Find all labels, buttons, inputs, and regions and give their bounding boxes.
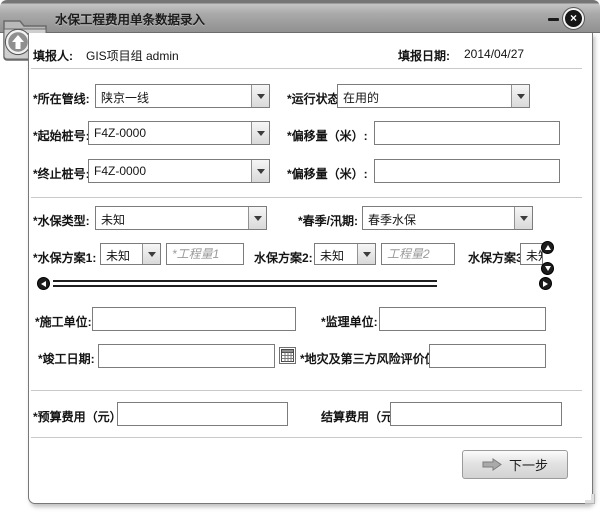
run-status-label: *运行状态: [287,90,344,107]
entry-dialog-screen: 水保工程费用单条数据录入 × 填报人: GIS项目组 admin 填报日期: 2… [0,0,600,520]
plan1-selected-value: 未知 [101,244,142,264]
horizontal-scrollbar-thumb[interactable] [53,280,437,287]
end-offset-input[interactable] [374,159,560,183]
end-stake-select[interactable]: F4Z-0000 [88,159,270,183]
run-status-selected-value: 在用的 [338,85,511,107]
triangle-down-icon [545,266,551,271]
chevron-down-icon [254,216,262,221]
pipeline-select[interactable]: 陕京一线 [95,84,270,108]
completion-date-input[interactable] [98,344,275,368]
plan3-label: 水保方案3: [468,249,527,266]
start-stake-label: *起始桩号: [33,127,90,144]
end-offset-label: *偏移量（米）: [287,165,368,182]
start-stake-selected-value: F4Z-0000 [89,122,251,144]
scroll-right-button[interactable] [539,277,552,290]
calendar-icon [281,349,294,362]
start-stake-select[interactable]: F4Z-0000 [88,121,270,145]
calendar-button[interactable] [279,347,296,364]
plan2-quantity-input[interactable] [381,243,455,265]
next-step-label: 下一步 [509,455,548,474]
pipeline-label: *所在管线: [33,90,90,107]
risk-value-label: *地灾及第三方风险评价值: [300,350,441,367]
chevron-down-icon [520,216,528,221]
supervisor-input[interactable] [379,307,546,331]
builder-input[interactable] [92,307,296,331]
ws-type-label: *水保类型: [33,212,90,229]
triangle-left-icon [41,281,46,287]
chevron-down-icon [257,169,265,174]
divider [31,197,582,198]
end-stake-dropdown-button[interactable] [251,160,269,182]
season-select[interactable]: 春季水保 [362,206,533,230]
end-stake-selected-value: F4Z-0000 [89,160,251,182]
start-offset-label: *偏移量（米）: [287,127,368,144]
report-date-label: 填报日期: [398,47,450,64]
chevron-down-icon [363,252,371,257]
completion-date-label: *竣工日期: [38,350,95,367]
report-date-value: 2014/04/27 [464,47,524,61]
next-step-button[interactable]: 下一步 [462,450,568,479]
pipeline-dropdown-button[interactable] [251,85,269,107]
ws-type-selected-value: 未知 [96,207,248,229]
builder-label: *施工单位: [35,313,92,330]
season-label: *春季/汛期: [298,212,358,229]
minimize-button[interactable] [548,18,559,21]
season-selected-value: 春季水保 [363,207,514,229]
plan1-select[interactable]: 未知 [100,243,161,265]
scroll-left-button[interactable] [37,277,50,290]
divider [31,68,582,69]
chevron-down-icon [517,94,525,99]
chevron-down-icon [148,252,156,257]
scroll-down-button[interactable] [541,262,554,275]
plan2-label: 水保方案2: [254,249,313,266]
budget-cost-label: *预算费用（元）: [33,408,126,425]
end-stake-label: *终止桩号: [33,165,90,182]
plan1-label: *水保方案1: [33,249,96,266]
plan1-quantity-input[interactable] [166,243,244,265]
ws-type-dropdown-button[interactable] [248,207,266,229]
plan2-select[interactable]: 未知 [314,243,376,265]
plan2-selected-value: 未知 [315,244,357,264]
reporter-value: GIS项目组 admin [86,47,179,64]
settlement-cost-input[interactable] [390,402,562,426]
start-stake-dropdown-button[interactable] [251,122,269,144]
plan3-selected-value: 未知 [521,244,542,264]
divider [31,390,582,391]
start-offset-input[interactable] [374,121,560,145]
scroll-up-button[interactable] [541,241,554,254]
reporter-label: 填报人: [33,47,73,64]
dialog-title: 水保工程费用单条数据录入 [55,9,205,28]
supervisor-label: *监理单位: [321,313,378,330]
ws-type-select[interactable]: 未知 [95,206,267,230]
divider [31,437,582,438]
close-icon: × [570,11,577,25]
resize-grip[interactable] [585,494,595,504]
plan1-dropdown-button[interactable] [142,244,160,264]
run-status-select[interactable]: 在用的 [337,84,530,108]
budget-cost-input[interactable] [117,402,288,426]
triangle-up-icon [545,245,551,250]
plan2-dropdown-button[interactable] [357,244,375,264]
risk-value-input[interactable] [429,344,546,368]
title-bar: 水保工程费用单条数据录入 × [0,0,600,33]
arrow-right-icon [482,458,502,472]
season-dropdown-button[interactable] [514,207,532,229]
chevron-down-icon [257,94,265,99]
triangle-right-icon [543,281,548,287]
plan3-select[interactable]: 未知 [520,243,543,265]
pipeline-selected-value: 陕京一线 [96,85,251,107]
chevron-down-icon [257,131,265,136]
close-button[interactable]: × [563,8,584,29]
run-status-dropdown-button[interactable] [511,85,529,107]
